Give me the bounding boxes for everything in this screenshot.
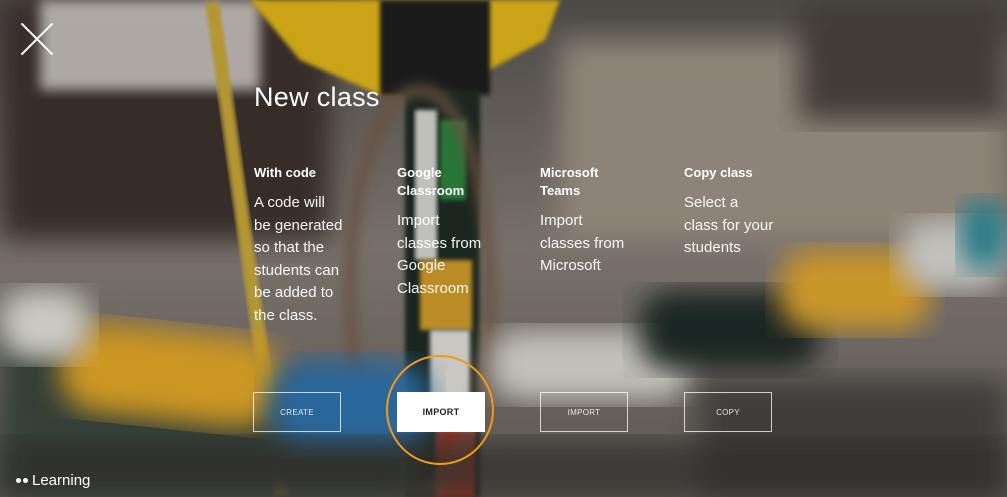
close-icon[interactable] bbox=[20, 22, 54, 56]
option-copy-class: Copy class Select a class for your stude… bbox=[684, 164, 774, 260]
option-heading: Copy class bbox=[684, 165, 753, 180]
brand-logo: Learning bbox=[16, 472, 90, 489]
option-heading: Microsoft Teams bbox=[540, 165, 599, 198]
brand-name: Learning bbox=[32, 472, 91, 489]
option-description: A code will be generated so that the stu… bbox=[254, 194, 343, 324]
option-description: Select a class for your students bbox=[684, 194, 774, 256]
option-heading: Google Classroom bbox=[397, 165, 465, 198]
option-with-code: With code A code will be generated so th… bbox=[254, 164, 344, 327]
create-button[interactable]: CREATE bbox=[253, 392, 341, 432]
option-google-classroom: Google Classroom Import classes from Goo… bbox=[397, 164, 487, 300]
logo-dots-icon bbox=[16, 478, 28, 483]
option-description: Import classes from Microsoft bbox=[540, 212, 625, 274]
background-overlay bbox=[0, 0, 1007, 497]
import-microsoft-button[interactable]: IMPORT bbox=[540, 392, 628, 432]
import-google-button[interactable]: IMPORT bbox=[397, 392, 485, 432]
option-microsoft-teams: Microsoft Teams Import classes from Micr… bbox=[540, 164, 630, 278]
option-heading: With code bbox=[254, 165, 316, 180]
new-class-modal: New class With code A code will be gener… bbox=[0, 0, 1007, 497]
page-title: New class bbox=[254, 82, 380, 112]
option-description: Import classes from Google Classroom bbox=[397, 212, 482, 297]
copy-button[interactable]: COPY bbox=[684, 392, 772, 432]
